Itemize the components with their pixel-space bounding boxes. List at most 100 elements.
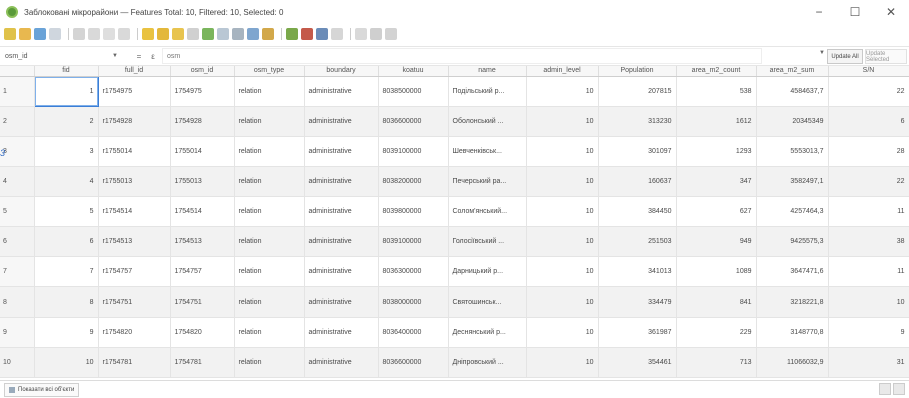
table-cell[interactable]: 1754514 xyxy=(170,196,235,228)
expression-input[interactable]: osm xyxy=(162,48,762,64)
table-cell[interactable]: r1754928 xyxy=(98,106,171,137)
save-icon[interactable] xyxy=(19,28,31,40)
table-cell[interactable]: 7 xyxy=(34,256,99,288)
table-row[interactable]: 5 5 r1754514 1754514 relation administrative 8… xyxy=(0,196,909,228)
table-cell[interactable]: 949 xyxy=(676,226,757,258)
table-cell[interactable]: 10 xyxy=(526,196,599,228)
table-cell[interactable]: 1754928 xyxy=(170,106,235,137)
table-cell[interactable]: 2 xyxy=(34,106,99,137)
zoom-icon[interactable] xyxy=(247,28,259,40)
row-header[interactable]: 10 xyxy=(0,347,35,379)
table-row[interactable]: 7 7 r1754757 1754757 relation administrative 8… xyxy=(0,256,909,288)
table-row[interactable]: 4 4 r1755013 1755013 relation administrative 8… xyxy=(0,166,909,198)
table-cell[interactable]: 11 xyxy=(828,256,909,288)
table-cell[interactable]: administrative xyxy=(304,166,379,198)
pencil-icon[interactable] xyxy=(4,28,16,40)
row-header[interactable]: 9 xyxy=(0,317,35,348)
table-cell[interactable]: Оболонський ... xyxy=(448,106,527,137)
table-cell[interactable]: 10 xyxy=(526,286,599,318)
table-cell[interactable]: 841 xyxy=(676,286,757,318)
table-cell[interactable]: administrative xyxy=(304,286,379,318)
table-cell[interactable]: 10 xyxy=(526,226,599,258)
move-top-icon[interactable] xyxy=(217,28,229,40)
table-cell[interactable]: 1612 xyxy=(676,106,757,137)
table-cell[interactable]: r1754757 xyxy=(98,256,171,288)
expression-select-icon[interactable] xyxy=(142,28,154,40)
table-cell[interactable]: relation xyxy=(234,286,305,318)
table-row[interactable]: 2 2 r1754928 1754928 relation administrative 8… xyxy=(0,106,909,137)
table-cell[interactable]: 31 xyxy=(828,347,909,379)
row-header[interactable]: 1 xyxy=(0,76,35,107)
table-row[interactable]: 9 9 r1754820 1754820 relation administrative 8… xyxy=(0,317,909,348)
table-cell[interactable]: relation xyxy=(234,256,305,288)
table-cell[interactable]: administrative xyxy=(304,196,379,228)
table-cell[interactable]: 10 xyxy=(526,76,599,107)
minimize-button[interactable]: − xyxy=(801,0,837,24)
maximize-button[interactable]: ☐ xyxy=(837,0,873,24)
table-cell[interactable]: 354461 xyxy=(598,347,677,379)
table-cell[interactable]: 8039100000 xyxy=(378,136,449,167)
table-cell[interactable]: 334479 xyxy=(598,286,677,318)
column-header[interactable]: area_m2_count xyxy=(676,66,757,77)
table-cell[interactable]: 10 xyxy=(526,317,599,348)
table-cell[interactable]: 8038500000 xyxy=(378,76,449,107)
table-cell[interactable]: administrative xyxy=(304,256,379,288)
table-cell[interactable]: relation xyxy=(234,136,305,167)
table-cell[interactable]: 38 xyxy=(828,226,909,258)
table-cell[interactable]: 361987 xyxy=(598,317,677,348)
table-cell[interactable]: administrative xyxy=(304,106,379,137)
table-cell[interactable]: 8039800000 xyxy=(378,196,449,228)
add-feature-icon[interactable] xyxy=(49,28,61,40)
row-header[interactable]: 7 xyxy=(0,256,35,288)
row-header[interactable]: 5 xyxy=(0,196,35,228)
conditional-format-icon[interactable] xyxy=(331,28,343,40)
table-cell[interactable]: r1754513 xyxy=(98,226,171,258)
update-selected-button[interactable]: Update Selected xyxy=(865,49,907,64)
column-header[interactable]: full_id xyxy=(98,66,171,77)
table-cell[interactable]: Солом'янський... xyxy=(448,196,527,228)
table-cell[interactable]: 6 xyxy=(34,226,99,258)
table-cell[interactable]: r1754514 xyxy=(98,196,171,228)
form-view-icon[interactable] xyxy=(879,383,891,395)
table-row[interactable]: 10 10 r1754781 1754781 relation administrativ… xyxy=(0,347,909,379)
table-cell[interactable]: 251503 xyxy=(598,226,677,258)
dock-icon[interactable] xyxy=(355,28,367,40)
table-cell[interactable]: 5 xyxy=(34,196,99,228)
table-cell[interactable]: 8038000000 xyxy=(378,286,449,318)
table-cell[interactable]: 10 xyxy=(526,136,599,167)
table-cell[interactable]: 538 xyxy=(676,76,757,107)
table-cell[interactable]: 1755013 xyxy=(170,166,235,198)
table-cell[interactable]: 8 xyxy=(34,286,99,318)
copy-icon[interactable] xyxy=(103,28,115,40)
table-cell[interactable]: administrative xyxy=(304,317,379,348)
paste-icon[interactable] xyxy=(118,28,130,40)
table-view-icon[interactable] xyxy=(893,383,905,395)
table-cell[interactable]: r1754751 xyxy=(98,286,171,318)
table-row[interactable]: 3 3 r1755014 1755014 relation administrative 8… xyxy=(0,136,909,167)
field-select[interactable]: osm_id ▼ xyxy=(2,48,132,64)
column-header[interactable]: name xyxy=(448,66,527,77)
table-cell[interactable]: Деснянський р... xyxy=(448,317,527,348)
chevron-down-icon[interactable]: ▼ xyxy=(819,50,825,56)
table-cell[interactable]: 1754781 xyxy=(170,347,235,379)
table-cell[interactable]: 28 xyxy=(828,136,909,167)
column-header[interactable]: admin_level xyxy=(526,66,599,77)
table-cell[interactable]: 4584637,7 xyxy=(756,76,829,107)
table-cell[interactable]: 8036400000 xyxy=(378,317,449,348)
table-cell[interactable]: 1754751 xyxy=(170,286,235,318)
table-cell[interactable]: 9 xyxy=(828,317,909,348)
table-cell[interactable]: relation xyxy=(234,317,305,348)
table-cell[interactable]: 3148770,8 xyxy=(756,317,829,348)
table-cell[interactable]: 10 xyxy=(526,347,599,379)
table-cell[interactable]: Святошинськ... xyxy=(448,286,527,318)
cut-icon[interactable] xyxy=(88,28,100,40)
table-cell[interactable]: 207815 xyxy=(598,76,677,107)
column-header[interactable]: osm_id xyxy=(170,66,235,77)
table-cell[interactable]: 10 xyxy=(526,106,599,137)
table-cell[interactable]: r1755014 xyxy=(98,136,171,167)
table-row[interactable]: 1 1 r1754975 1754975 relation administrative 8… xyxy=(0,75,909,107)
update-all-button[interactable]: Update All xyxy=(827,49,863,64)
table-cell[interactable]: 10 xyxy=(526,166,599,198)
table-cell[interactable]: 1754820 xyxy=(170,317,235,348)
table-cell[interactable]: r1754781 xyxy=(98,347,171,379)
